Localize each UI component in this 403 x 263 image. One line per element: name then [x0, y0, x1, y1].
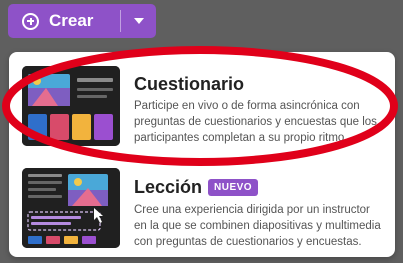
description-line: preguntas de cuestionarios y encuestas q… — [134, 116, 377, 128]
create-menu: Cuestionario Participe en vivo o de form… — [9, 52, 395, 257]
create-dropdown-toggle[interactable] — [121, 18, 156, 24]
new-badge: NUEVO — [208, 179, 259, 196]
description-line: Participe en vivo o de forma asincrónica… — [134, 100, 360, 112]
menu-item-leccion[interactable]: Lección NUEVO Cree una experiencia dirig… — [9, 152, 395, 248]
lesson-thumbnail — [22, 168, 120, 248]
create-button[interactable]: Crear — [8, 4, 156, 38]
menu-item-cuestionario[interactable]: Cuestionario Participe en vivo o de form… — [9, 52, 395, 148]
menu-item-description: Cree una experiencia dirigida por un ins… — [134, 202, 389, 250]
description-line: con preguntas de cuestionarios y encuest… — [134, 236, 362, 248]
create-main-action[interactable]: Crear — [8, 4, 120, 38]
plus-circle-icon — [22, 12, 39, 30]
description-line: en la que se combinen diapositivas y mul… — [134, 220, 381, 232]
quiz-thumbnail — [22, 66, 120, 146]
toolbar: Crear — [0, 0, 403, 40]
description-line: participantes completan a su propio ritm… — [134, 132, 348, 144]
description-line: Cree una experiencia dirigida por un ins… — [134, 204, 370, 216]
quiz-illustration-icon — [22, 66, 120, 146]
lesson-illustration-icon — [22, 168, 120, 248]
create-label: Crear — [49, 11, 94, 30]
menu-item-title: Lección — [134, 177, 203, 197]
chevron-down-icon — [133, 18, 144, 24]
menu-item-description: Participe en vivo o de forma asincrónica… — [134, 98, 389, 146]
menu-item-title: Cuestionario — [134, 74, 245, 94]
